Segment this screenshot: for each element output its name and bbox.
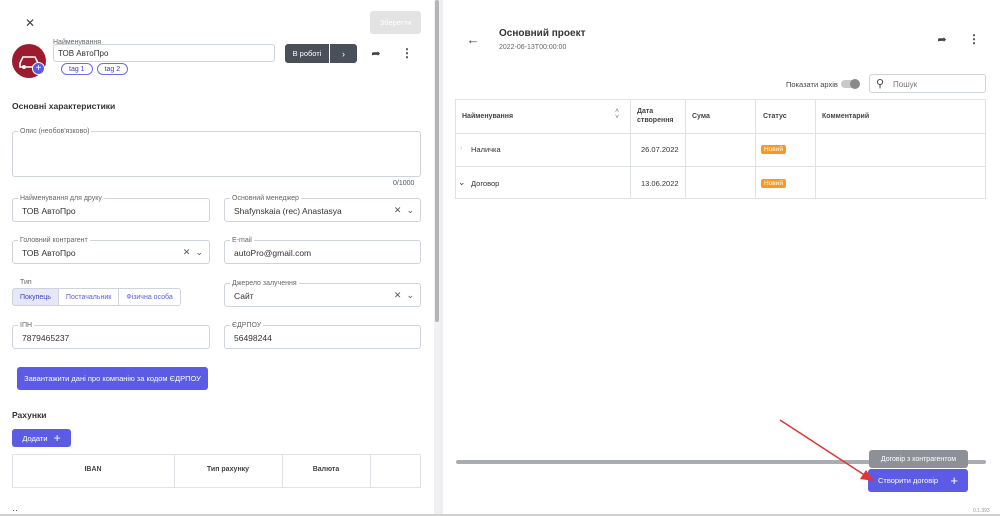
description-field[interactable]: Опис (необов'язково) bbox=[12, 127, 421, 177]
project-title: Основний проект bbox=[499, 28, 586, 39]
type-option-supplier[interactable]: Постачальник bbox=[58, 288, 120, 306]
counterparty-label: Головний контрагент bbox=[18, 236, 90, 245]
row-2-status: Новий bbox=[761, 178, 787, 188]
back-arrow-icon[interactable]: ← bbox=[465, 31, 481, 47]
col-comment[interactable]: Комментарий bbox=[822, 112, 869, 121]
section-main-title: Основні характеристики bbox=[12, 101, 116, 111]
search-input[interactable] bbox=[893, 78, 981, 90]
section-accounts-title: Рахунки bbox=[12, 410, 47, 420]
col-currency: Валюта bbox=[312, 466, 340, 473]
edrpou-field[interactable]: ЄДРПОУ 56498244 bbox=[224, 321, 421, 349]
add-photo-icon[interactable]: + bbox=[32, 62, 45, 75]
description-label: Опис (необов'язково) bbox=[18, 127, 92, 136]
counterparty-value: ТОВ АвтоПро bbox=[22, 248, 76, 258]
status-button[interactable]: В роботі bbox=[285, 44, 329, 63]
type-label: Тип bbox=[20, 279, 32, 286]
more-vert-icon[interactable]: ⋮ bbox=[966, 31, 982, 47]
print-name-field[interactable]: Найменування для друку ТОВ АвтоПро bbox=[12, 194, 210, 222]
ipn-field[interactable]: ІПН 7879465237 bbox=[12, 321, 210, 349]
share-icon[interactable]: ➦ bbox=[368, 45, 384, 61]
col-created-date[interactable]: Дата створення bbox=[637, 107, 679, 125]
contracts-table bbox=[455, 99, 986, 199]
red-arrow-annotation bbox=[779, 419, 874, 481]
chevron-down-icon[interactable]: ⌄ bbox=[406, 205, 414, 216]
show-archive-toggle[interactable] bbox=[841, 79, 860, 89]
create-contract-button[interactable]: Створити договір + bbox=[868, 469, 968, 492]
type-option-buyer[interactable]: Покупець bbox=[12, 288, 59, 306]
counterparty-field[interactable]: Головний контрагент ТОВ АвтоПро ✕ ⌄ bbox=[12, 236, 210, 264]
plus-icon: + bbox=[950, 473, 958, 488]
status-badge: Новий bbox=[761, 145, 787, 154]
email-label: E-mail bbox=[230, 236, 254, 245]
row-1-date: 26.07.2022 bbox=[641, 145, 679, 154]
type-option-individual[interactable]: Фізична особа bbox=[119, 288, 181, 306]
more-vert-icon[interactable]: ⋮ bbox=[399, 45, 415, 61]
email-field[interactable]: E-mail autoPro@gmail.com bbox=[224, 236, 421, 264]
tooltip: Договір з контрагентом bbox=[869, 450, 968, 468]
type-segmented[interactable]: Покупець Постачальник Фізична особа bbox=[12, 288, 181, 306]
plus-icon: + bbox=[53, 431, 61, 445]
row-toggle-icon: › bbox=[460, 145, 463, 152]
left-scrollbar-thumb[interactable] bbox=[435, 0, 439, 322]
ipn-value: 7879465237 bbox=[22, 333, 70, 343]
panel-divider bbox=[440, 0, 443, 516]
col-status[interactable]: Статус bbox=[763, 112, 787, 121]
email-value: autoPro@gmail.com bbox=[234, 248, 312, 258]
source-value: Сайт bbox=[234, 291, 254, 301]
add-account-button[interactable]: Додати + bbox=[12, 429, 71, 447]
ipn-label: ІПН bbox=[18, 321, 35, 330]
name-input[interactable]: ТОВ АвтоПро bbox=[53, 44, 275, 62]
chevron-down-icon[interactable]: ⌄ bbox=[458, 177, 466, 188]
clear-icon[interactable]: ✕ bbox=[394, 290, 402, 301]
chevron-down-icon[interactable]: ⌄ bbox=[195, 247, 203, 258]
row-1-name[interactable]: Наличка bbox=[471, 145, 501, 154]
search-icon: ⚲ bbox=[876, 78, 885, 90]
create-contract-label: Створити договір bbox=[878, 476, 939, 485]
col-name[interactable]: Найменування bbox=[462, 112, 513, 121]
project-date: 2022-06-13T00:00:00 bbox=[499, 44, 567, 51]
tag-1[interactable]: tag 1 bbox=[61, 63, 93, 75]
close-icon[interactable]: ✕ bbox=[22, 15, 38, 31]
manager-label: Основний менеджер bbox=[230, 194, 301, 203]
search-box[interactable]: ⚲ bbox=[869, 74, 986, 93]
name-value: ТОВ АвтоПро bbox=[58, 49, 109, 58]
manager-field[interactable]: Основний менеджер Shafynskaia (rec) Anas… bbox=[224, 194, 421, 222]
source-label: Джерело залучення bbox=[230, 279, 299, 288]
row-1-status: Новий bbox=[761, 144, 787, 154]
description-counter: 0/1000 bbox=[393, 180, 415, 187]
col-sum[interactable]: Сума bbox=[692, 112, 710, 121]
share-icon[interactable]: ➦ bbox=[934, 31, 950, 47]
show-archive-label: Показати архів bbox=[786, 80, 838, 89]
load-edrpou-button[interactable]: Завантажити дані про компанію за кодом Є… bbox=[17, 367, 208, 390]
row-2-date: 13.06.2022 bbox=[641, 179, 679, 188]
edrpou-label: ЄДРПОУ bbox=[230, 321, 264, 330]
sort-icon[interactable]: ˄ ˅ bbox=[615, 108, 619, 121]
source-field[interactable]: Джерело залучення Сайт ✕ ⌄ bbox=[224, 279, 421, 307]
save-button[interactable]: Зберегти bbox=[370, 11, 421, 34]
chevron-right-icon[interactable]: › bbox=[330, 44, 357, 63]
col-iban: IBAN bbox=[84, 466, 102, 473]
tag-2[interactable]: tag 2 bbox=[96, 63, 129, 75]
clear-icon[interactable]: ✕ bbox=[183, 247, 191, 258]
edrpou-value: 56498244 bbox=[234, 333, 272, 343]
manager-value: Shafynskaia (rec) Anastasya bbox=[234, 206, 342, 216]
print-name-value: ТОВ АвтоПро bbox=[22, 206, 76, 216]
toggle-knob bbox=[850, 79, 860, 89]
chevron-down-icon[interactable]: ⌄ bbox=[406, 290, 414, 301]
col-account-type: Тип рахунку bbox=[206, 466, 250, 473]
print-name-label: Найменування для друку bbox=[18, 194, 104, 203]
status-badge: Новий bbox=[761, 179, 787, 188]
add-label: Додати bbox=[22, 433, 48, 443]
row-2-name[interactable]: Договор bbox=[471, 179, 499, 188]
clear-icon[interactable]: ✕ bbox=[394, 205, 402, 216]
